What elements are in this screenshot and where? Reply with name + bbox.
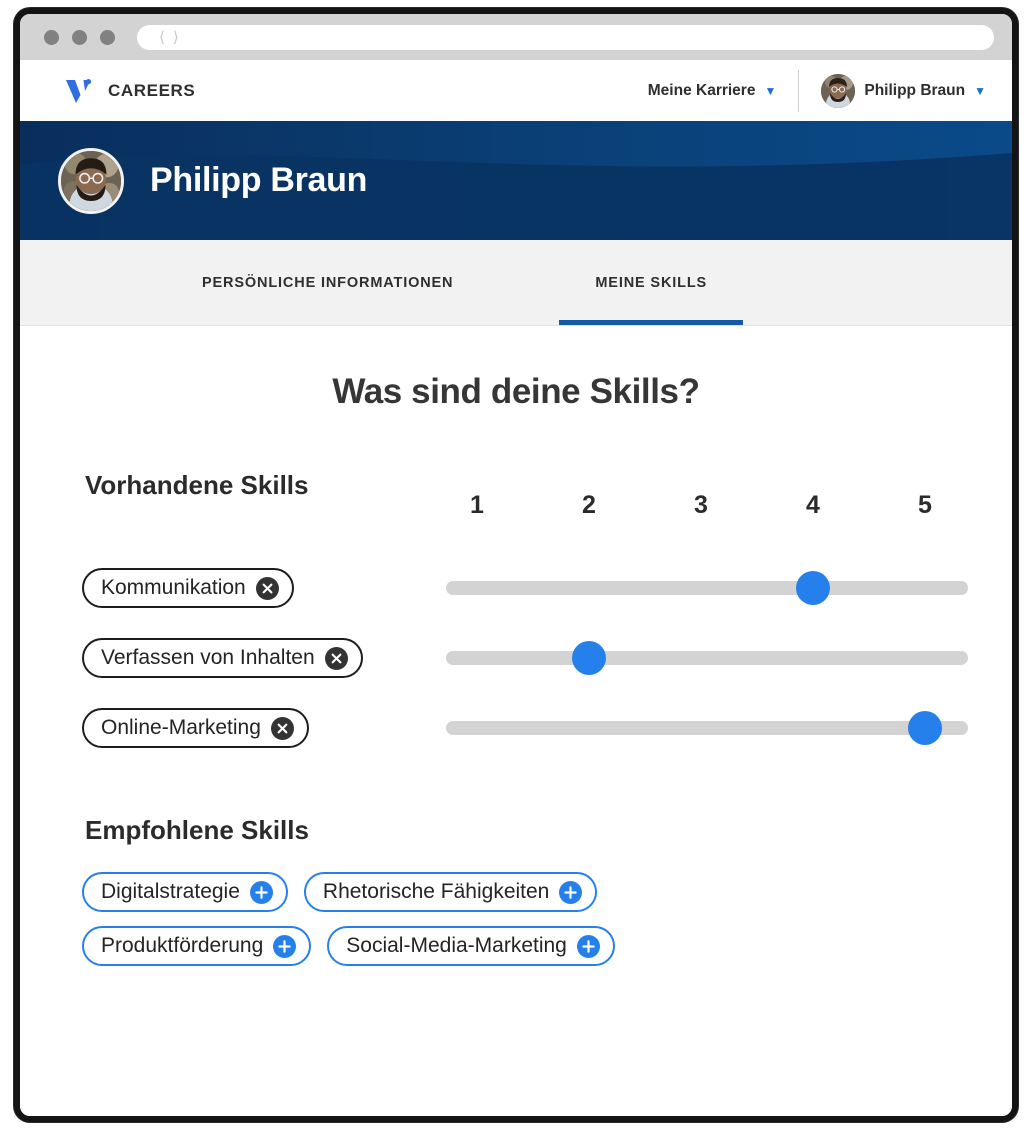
existing-skills-list: Kommunikation Verfassen von Inhalten Onlin… [20, 553, 1012, 763]
tab-persoenliche-informationen[interactable]: PERSÖNLICHE INFORMATIONEN [166, 240, 489, 325]
slider-thumb[interactable] [908, 711, 942, 745]
plus-circle-icon[interactable] [576, 934, 600, 958]
rating-scale-3: 3 [694, 491, 708, 519]
avatar [821, 73, 856, 108]
plus-circle-icon[interactable] [559, 880, 583, 904]
rating-scale-2: 2 [582, 491, 596, 519]
skill-label: Digitalstrategie [101, 880, 240, 903]
slider-track[interactable] [446, 581, 968, 595]
tab-label: MEINE SKILLS [595, 274, 708, 291]
tab-spacer [489, 240, 559, 325]
skill-label: Produktförderung [101, 934, 264, 957]
skill-label: Rhetorische Fähigkeiten [322, 880, 550, 903]
nav-meine-karriere-label: Meine Karriere [647, 81, 756, 99]
browser-window: ⟨ ⟩ CAREERS Meine Karriere ▼ Philipp Bra… [14, 8, 1018, 1122]
skill-row: Online-Marketing [20, 693, 1012, 763]
skill-rating-slider[interactable] [446, 641, 968, 675]
close-circle-icon[interactable] [255, 576, 279, 600]
existing-skill-chip[interactable]: Online-Marketing [82, 708, 309, 748]
recommended-skill-chip[interactable]: Digitalstrategie [82, 872, 288, 912]
avatar [58, 147, 124, 214]
browser-chrome: ⟨ ⟩ [20, 14, 1012, 60]
close-window-button[interactable] [44, 29, 59, 45]
tab-meine-skills[interactable]: MEINE SKILLS [559, 240, 743, 325]
skill-rating-slider[interactable] [446, 571, 968, 605]
v-logo-icon [64, 78, 94, 104]
minimize-window-button[interactable] [72, 29, 87, 45]
close-circle-icon[interactable] [324, 646, 348, 670]
skill-label: Online-Marketing [101, 716, 261, 739]
maximize-window-button[interactable] [100, 29, 115, 45]
profile-tabs: PERSÖNLICHE INFORMATIONEN MEINE SKILLS [20, 240, 1012, 326]
header-divider [798, 69, 800, 112]
forward-icon[interactable]: ⟩ [173, 29, 179, 45]
recommended-skills-list: Digitalstrategie Rhetorische Fähigkeiten P… [20, 872, 720, 966]
skill-label: Kommunikation [101, 576, 246, 599]
rating-scale-5: 5 [918, 491, 932, 519]
recommended-skills-heading: Empfohlene Skills [85, 815, 309, 845]
skill-label: Social-Media-Marketing [346, 934, 567, 957]
slider-thumb[interactable] [572, 641, 606, 675]
skill-row: Kommunikation [20, 553, 1012, 623]
skill-row: Verfassen von Inhalten [20, 623, 1012, 693]
window-controls [44, 29, 115, 45]
existing-skill-chip[interactable]: Kommunikation [82, 568, 294, 608]
app-header: CAREERS Meine Karriere ▼ Philipp Braun ▼ [20, 60, 1012, 121]
profile-hero-banner: Philipp Braun [20, 121, 1012, 240]
rating-scale-1: 1 [470, 491, 484, 519]
address-bar[interactable]: ⟨ ⟩ [137, 24, 994, 50]
skill-rating-slider[interactable] [446, 711, 968, 745]
rating-scale-4: 4 [806, 491, 820, 519]
section-heading: Was sind deine Skills? [332, 372, 700, 411]
chevron-down-icon: ▼ [974, 83, 986, 98]
nav-user-menu[interactable]: Philipp Braun ▼ [821, 73, 986, 108]
recommended-skill-chip[interactable]: Produktförderung [82, 926, 312, 966]
page-title: Philipp Braun [150, 161, 368, 199]
slider-track[interactable] [446, 721, 968, 735]
slider-thumb[interactable] [796, 571, 830, 605]
slider-track[interactable] [446, 651, 968, 665]
brand-name: CAREERS [108, 80, 196, 100]
plus-circle-icon[interactable] [273, 934, 297, 958]
nav-meine-karriere[interactable]: Meine Karriere ▼ [648, 82, 777, 100]
main-content: Was sind deine Skills? Vorhandene Skills… [20, 326, 1012, 1116]
recommended-skill-chip[interactable]: Rhetorische Fähigkeiten [303, 872, 598, 912]
nav-user-label: Philipp Braun [864, 81, 966, 99]
back-icon[interactable]: ⟨ [159, 29, 165, 45]
tab-label: PERSÖNLICHE INFORMATIONEN [202, 274, 454, 291]
header-nav: Meine Karriere ▼ Philipp Braun ▼ [648, 60, 986, 121]
brand-logo-group[interactable]: CAREERS [64, 78, 195, 104]
recommended-skill-chip[interactable]: Social-Media-Marketing [327, 926, 615, 966]
close-circle-icon[interactable] [270, 716, 294, 740]
plus-circle-icon[interactable] [249, 880, 273, 904]
chevron-down-icon: ▼ [764, 83, 777, 98]
existing-skill-chip[interactable]: Verfassen von Inhalten [82, 638, 363, 678]
rating-scale-header: 1 2 3 4 5 [20, 491, 1012, 525]
skill-label: Verfassen von Inhalten [101, 646, 315, 669]
